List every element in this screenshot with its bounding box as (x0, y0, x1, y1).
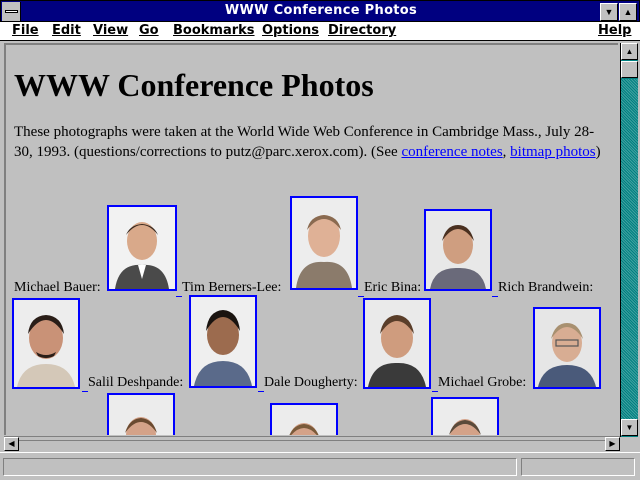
scroll-track[interactable] (621, 79, 638, 419)
link-underline (176, 296, 182, 297)
down-arrow-icon: ▼ (625, 423, 634, 432)
left-arrow-icon: ◀ (8, 439, 15, 448)
photo-michael-bauer[interactable] (107, 205, 177, 291)
menu-file[interactable]: File (12, 23, 39, 38)
photo-row3-3[interactable] (431, 397, 499, 435)
portrait-image (272, 405, 336, 435)
menu-view[interactable]: View (93, 23, 128, 38)
scroll-up-button[interactable]: ▲ (621, 43, 638, 60)
photo-row3-2[interactable] (270, 403, 338, 435)
portrait-image (109, 395, 173, 435)
portrait-image (365, 300, 429, 387)
right-arrow-icon: ▶ (609, 439, 616, 448)
photo-tim-berners-lee[interactable] (290, 196, 358, 290)
menu-help[interactable]: Help (598, 23, 631, 38)
status-message-field (3, 458, 517, 476)
progress-field (521, 458, 635, 476)
status-bar (0, 452, 640, 480)
vertical-scrollbar[interactable]: ▲ ▼ (620, 43, 638, 437)
up-arrow-icon: ▲ (625, 47, 634, 56)
menu-edit[interactable]: Edit (52, 23, 81, 38)
label-dale-dougherty: Dale Dougherty: (264, 375, 358, 390)
portrait-image (433, 399, 497, 435)
menu-bookmarks[interactable]: Bookmarks (173, 23, 255, 38)
menu-directory[interactable]: Directory (328, 23, 396, 38)
window-title: WWW Conference Photos (224, 3, 418, 18)
closing-paren: ) (595, 143, 601, 160)
page-title: WWW Conference Photos (14, 67, 374, 103)
label-tim-berners-lee: Tim Berners-Lee: (182, 280, 282, 295)
photo-salil-deshpande[interactable] (189, 295, 257, 388)
portrait-image (292, 198, 356, 288)
portrait-image (191, 297, 255, 386)
title-bar: WWW Conference Photos ▼ ▲ (0, 0, 640, 22)
photo-row3-1[interactable] (107, 393, 175, 435)
intro-paragraph: These photographs were taken at the Worl… (14, 123, 604, 162)
down-triangle-icon: ▼ (604, 7, 614, 17)
link-underline (492, 296, 498, 297)
scroll-left-button[interactable]: ◀ (4, 437, 19, 451)
scroll-right-button[interactable]: ▶ (605, 437, 620, 451)
label-michael-bauer: Michael Bauer: (14, 280, 101, 295)
bitmap-photos-link[interactable]: bitmap photos (510, 144, 595, 160)
photo-dale-dougherty[interactable] (363, 298, 431, 389)
scroll-down-button[interactable]: ▼ (621, 419, 638, 436)
photo-rich-brandwein[interactable] (12, 298, 80, 389)
link-underline (82, 391, 88, 392)
conference-notes-link[interactable]: conference notes (401, 144, 502, 160)
link-underline (358, 296, 364, 297)
scroll-thumb[interactable] (621, 61, 638, 78)
photo-michael-grobe[interactable] (533, 307, 601, 389)
photo-eric-bina[interactable] (424, 209, 492, 291)
label-michael-grobe: Michael Grobe: (438, 375, 527, 390)
menu-options[interactable]: Options (262, 23, 319, 38)
portrait-image (426, 211, 490, 289)
link-underline (258, 391, 264, 392)
up-triangle-icon: ▲ (623, 7, 633, 17)
label-eric-bina: Eric Bina: (364, 280, 422, 295)
portrait-image (14, 300, 78, 387)
minimize-button[interactable]: ▼ (600, 3, 618, 21)
portrait-image (535, 309, 599, 387)
label-salil-deshpande: Salil Deshpande: (88, 375, 184, 390)
horizontal-scroll-track[interactable] (19, 440, 605, 449)
menu-go[interactable]: Go (139, 23, 159, 38)
horizontal-scrollbar[interactable]: ◀ ▶ (4, 436, 620, 451)
maximize-button[interactable]: ▲ (619, 3, 637, 21)
label-rich-brandwein: Rich Brandwein: (498, 280, 594, 295)
link-underline (432, 391, 438, 392)
portrait-image (109, 207, 175, 289)
menu-bar: File Edit View Go Bookmarks Options Dire… (0, 22, 640, 41)
document-view[interactable]: WWW Conference Photos These photographs … (4, 43, 618, 435)
